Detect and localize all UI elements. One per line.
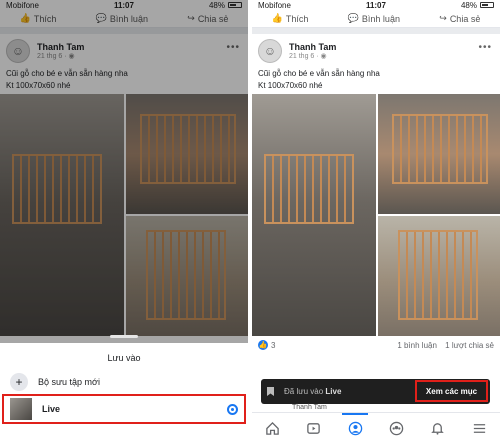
- share-icon: ↪: [439, 13, 447, 23]
- like-reaction-icon: 👍: [258, 340, 268, 350]
- toast-message: Đã lưu vào Live: [284, 387, 342, 396]
- new-collection-row[interactable]: + Bộ sưu tập mới: [0, 369, 248, 395]
- carrier: Mobifone: [258, 0, 291, 10]
- tab-menu[interactable]: [466, 415, 492, 441]
- sheet-handle[interactable]: [110, 335, 138, 338]
- globe-icon: ◉: [320, 53, 327, 60]
- avatar[interactable]: ☺: [258, 39, 282, 63]
- collection-live-row[interactable]: Live: [2, 394, 246, 424]
- collection-thumbnail: [10, 398, 32, 420]
- profile-icon: [348, 421, 363, 435]
- photo-crib-3[interactable]: [378, 216, 500, 336]
- comment-count[interactable]: 1 bình luận: [397, 341, 437, 350]
- battery-percent: 48%: [460, 0, 477, 10]
- post-date: 21 thg 6 ·: [289, 53, 319, 60]
- screenshot-composite: Mobifone 11:07 48% 👍 Thích 💬 Bình luận ↪ Ch…: [0, 0, 500, 443]
- plus-icon: +: [10, 373, 28, 391]
- like-icon: 👍: [271, 13, 283, 23]
- tab-home[interactable]: [260, 415, 286, 441]
- comment-icon: 💬: [347, 13, 359, 23]
- reaction-count: 3: [271, 340, 276, 350]
- tab-video[interactable]: [301, 415, 327, 441]
- notifications-icon: [431, 422, 445, 435]
- radio-selected-icon[interactable]: [227, 403, 238, 415]
- post-action-bar: 👍 Thích 💬 Bình luận ↪ Chia sẻ: [252, 10, 500, 28]
- photo-gallery: [252, 94, 500, 336]
- photo-crib-1[interactable]: [252, 94, 376, 336]
- post-header: ☺ Thanh Tam 21 thg 6 · ◉ •••: [252, 34, 500, 68]
- tab-notifications[interactable]: [425, 415, 451, 441]
- home-icon: [266, 421, 279, 435]
- author-name[interactable]: Thanh Tam: [289, 42, 336, 52]
- photo-crib-2[interactable]: [378, 94, 500, 214]
- sheet-title: Lưu vào: [107, 353, 141, 363]
- comment-button[interactable]: 💬 Bình luận: [348, 13, 400, 24]
- more-options-icon[interactable]: •••: [478, 42, 492, 53]
- bookmark-icon: [267, 387, 274, 396]
- view-items-button[interactable]: Xem các mục: [415, 380, 488, 402]
- bottom-tab-bar: [252, 412, 500, 443]
- groups-icon: [389, 421, 404, 435]
- save-to-sheet: Lưu vào + Bộ sưu tập mới Live: [0, 335, 248, 443]
- saved-toast: Đã lưu vào Live Xem các mục: [261, 379, 490, 404]
- phone-left: Mobifone 11:07 48% 👍 Thích 💬 Bình luận ↪ Ch…: [0, 0, 248, 443]
- tab-groups[interactable]: [384, 415, 410, 441]
- post-caption: Cũi gỗ cho bé e vẫn sẵn hàng nha Kt 100x…: [258, 69, 380, 90]
- clock: 11:07: [365, 0, 386, 10]
- tab-profile[interactable]: [342, 413, 369, 441]
- video-icon: [307, 422, 321, 434]
- modal-overlay[interactable]: [0, 0, 248, 343]
- status-bar: Mobifone 11:07 48%: [252, 0, 500, 10]
- share-count[interactable]: 1 lượt chia sẻ: [445, 341, 494, 350]
- collection-live-label: Live: [42, 404, 61, 414]
- reactions-summary: 👍 3 1 bình luận 1 lượt chia sẻ: [252, 336, 500, 354]
- share-button[interactable]: ↪ Chia sẻ: [439, 13, 480, 24]
- menu-icon: [473, 423, 485, 433]
- phone-right: Mobifone 11:07 48% 👍 Thích 💬 Bình luận ↪ Ch…: [252, 0, 500, 443]
- battery-icon: [480, 2, 494, 8]
- like-button[interactable]: 👍 Thích: [272, 13, 309, 24]
